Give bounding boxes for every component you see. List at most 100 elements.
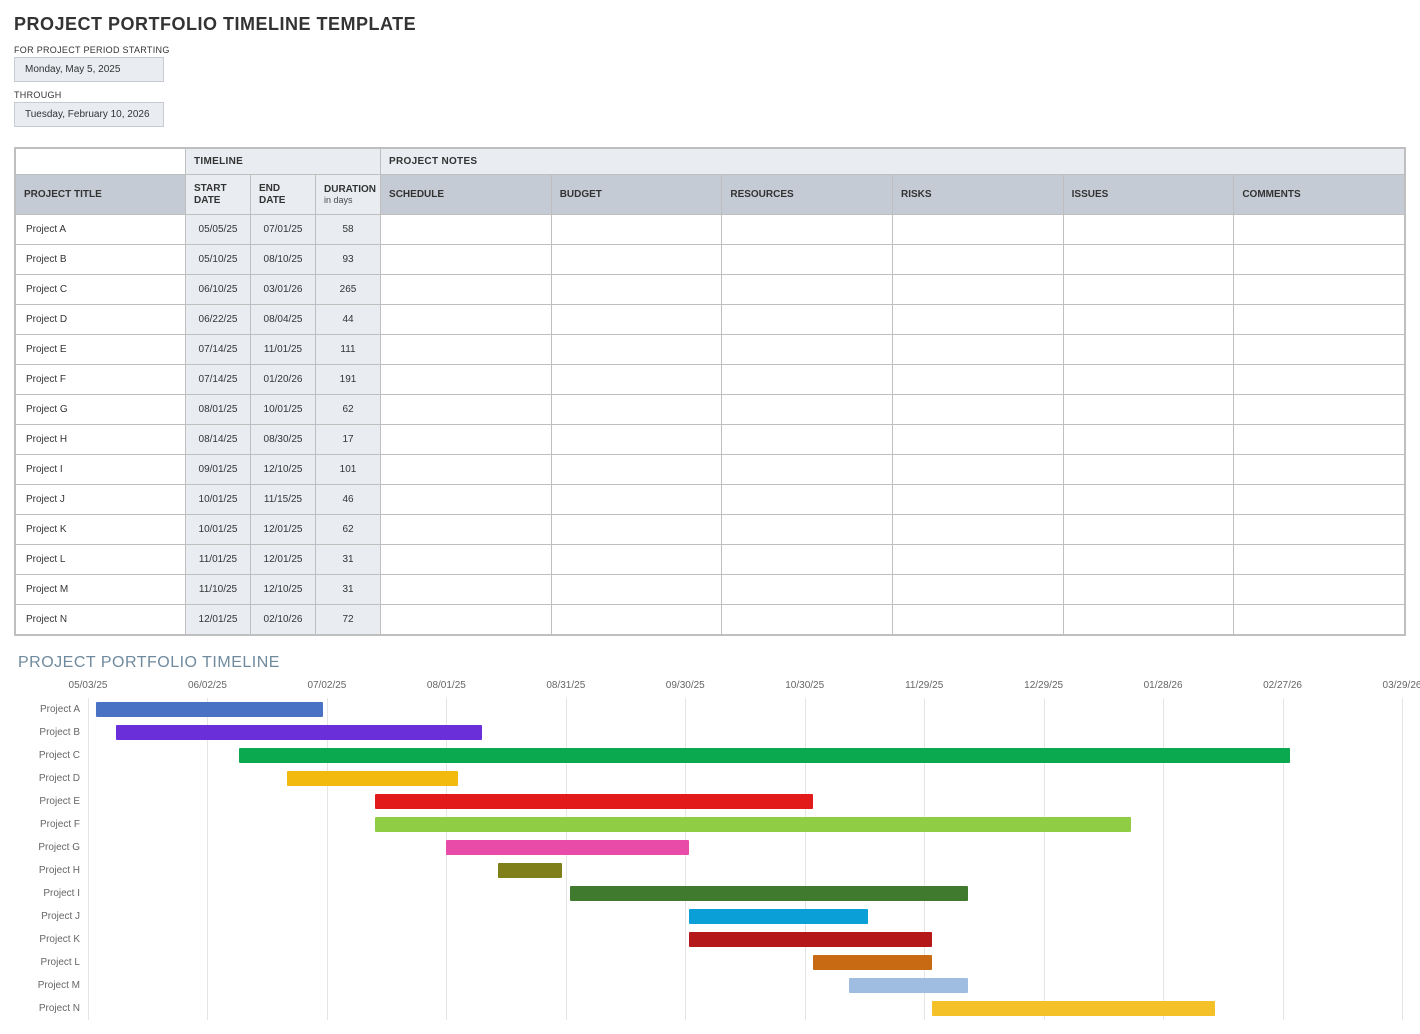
cell-schedule[interactable] [381, 395, 552, 425]
cell-end-date[interactable]: 12/01/25 [251, 545, 316, 575]
cell-start-date[interactable]: 06/22/25 [186, 305, 251, 335]
cell-issues[interactable] [1063, 335, 1234, 365]
cell-comments[interactable] [1234, 455, 1405, 485]
cell-budget[interactable] [551, 365, 722, 395]
cell-end-date[interactable]: 12/10/25 [251, 575, 316, 605]
cell-resources[interactable] [722, 365, 893, 395]
cell-project-title[interactable]: Project N [16, 605, 186, 635]
cell-duration[interactable]: 101 [316, 455, 381, 485]
cell-issues[interactable] [1063, 245, 1234, 275]
cell-project-title[interactable]: Project K [16, 515, 186, 545]
cell-end-date[interactable]: 10/01/25 [251, 395, 316, 425]
cell-budget[interactable] [551, 545, 722, 575]
cell-project-title[interactable]: Project A [16, 215, 186, 245]
cell-duration[interactable]: 31 [316, 545, 381, 575]
cell-comments[interactable] [1234, 425, 1405, 455]
cell-comments[interactable] [1234, 605, 1405, 635]
cell-start-date[interactable]: 11/01/25 [186, 545, 251, 575]
cell-resources[interactable] [722, 515, 893, 545]
cell-duration[interactable]: 44 [316, 305, 381, 335]
cell-resources[interactable] [722, 335, 893, 365]
cell-project-title[interactable]: Project I [16, 455, 186, 485]
cell-issues[interactable] [1063, 305, 1234, 335]
cell-issues[interactable] [1063, 215, 1234, 245]
cell-comments[interactable] [1234, 515, 1405, 545]
cell-schedule[interactable] [381, 545, 552, 575]
cell-risks[interactable] [893, 425, 1064, 455]
cell-start-date[interactable]: 05/05/25 [186, 215, 251, 245]
cell-schedule[interactable] [381, 455, 552, 485]
cell-duration[interactable]: 62 [316, 515, 381, 545]
cell-risks[interactable] [893, 485, 1064, 515]
cell-duration[interactable]: 31 [316, 575, 381, 605]
cell-comments[interactable] [1234, 305, 1405, 335]
cell-start-date[interactable]: 06/10/25 [186, 275, 251, 305]
cell-comments[interactable] [1234, 545, 1405, 575]
cell-duration[interactable]: 72 [316, 605, 381, 635]
cell-budget[interactable] [551, 215, 722, 245]
cell-budget[interactable] [551, 455, 722, 485]
cell-end-date[interactable]: 07/01/25 [251, 215, 316, 245]
cell-comments[interactable] [1234, 275, 1405, 305]
cell-issues[interactable] [1063, 365, 1234, 395]
cell-start-date[interactable]: 11/10/25 [186, 575, 251, 605]
cell-schedule[interactable] [381, 605, 552, 635]
cell-issues[interactable] [1063, 605, 1234, 635]
cell-schedule[interactable] [381, 575, 552, 605]
cell-project-title[interactable]: Project H [16, 425, 186, 455]
cell-risks[interactable] [893, 455, 1064, 485]
cell-resources[interactable] [722, 245, 893, 275]
cell-start-date[interactable]: 08/14/25 [186, 425, 251, 455]
cell-budget[interactable] [551, 395, 722, 425]
cell-schedule[interactable] [381, 245, 552, 275]
cell-issues[interactable] [1063, 275, 1234, 305]
cell-start-date[interactable]: 05/10/25 [186, 245, 251, 275]
cell-comments[interactable] [1234, 245, 1405, 275]
cell-schedule[interactable] [381, 515, 552, 545]
cell-comments[interactable] [1234, 575, 1405, 605]
cell-issues[interactable] [1063, 515, 1234, 545]
cell-project-title[interactable]: Project L [16, 545, 186, 575]
cell-end-date[interactable]: 03/01/26 [251, 275, 316, 305]
cell-end-date[interactable]: 08/04/25 [251, 305, 316, 335]
cell-end-date[interactable]: 01/20/26 [251, 365, 316, 395]
cell-start-date[interactable]: 08/01/25 [186, 395, 251, 425]
cell-start-date[interactable]: 07/14/25 [186, 365, 251, 395]
cell-budget[interactable] [551, 575, 722, 605]
cell-budget[interactable] [551, 485, 722, 515]
cell-resources[interactable] [722, 455, 893, 485]
cell-start-date[interactable]: 09/01/25 [186, 455, 251, 485]
cell-schedule[interactable] [381, 425, 552, 455]
cell-budget[interactable] [551, 305, 722, 335]
cell-comments[interactable] [1234, 395, 1405, 425]
cell-budget[interactable] [551, 605, 722, 635]
cell-end-date[interactable]: 02/10/26 [251, 605, 316, 635]
cell-comments[interactable] [1234, 215, 1405, 245]
cell-duration[interactable]: 93 [316, 245, 381, 275]
cell-issues[interactable] [1063, 575, 1234, 605]
period-start-value[interactable]: Monday, May 5, 2025 [14, 57, 164, 82]
cell-start-date[interactable]: 10/01/25 [186, 485, 251, 515]
cell-resources[interactable] [722, 275, 893, 305]
cell-end-date[interactable]: 11/15/25 [251, 485, 316, 515]
cell-risks[interactable] [893, 365, 1064, 395]
cell-resources[interactable] [722, 605, 893, 635]
cell-budget[interactable] [551, 335, 722, 365]
period-end-value[interactable]: Tuesday, February 10, 2026 [14, 102, 164, 127]
cell-schedule[interactable] [381, 335, 552, 365]
cell-issues[interactable] [1063, 485, 1234, 515]
cell-schedule[interactable] [381, 275, 552, 305]
cell-risks[interactable] [893, 545, 1064, 575]
cell-duration[interactable]: 58 [316, 215, 381, 245]
cell-resources[interactable] [722, 305, 893, 335]
cell-budget[interactable] [551, 515, 722, 545]
cell-duration[interactable]: 62 [316, 395, 381, 425]
cell-project-title[interactable]: Project J [16, 485, 186, 515]
cell-start-date[interactable]: 07/14/25 [186, 335, 251, 365]
cell-schedule[interactable] [381, 485, 552, 515]
cell-risks[interactable] [893, 575, 1064, 605]
cell-resources[interactable] [722, 215, 893, 245]
cell-project-title[interactable]: Project F [16, 365, 186, 395]
cell-schedule[interactable] [381, 215, 552, 245]
cell-schedule[interactable] [381, 305, 552, 335]
